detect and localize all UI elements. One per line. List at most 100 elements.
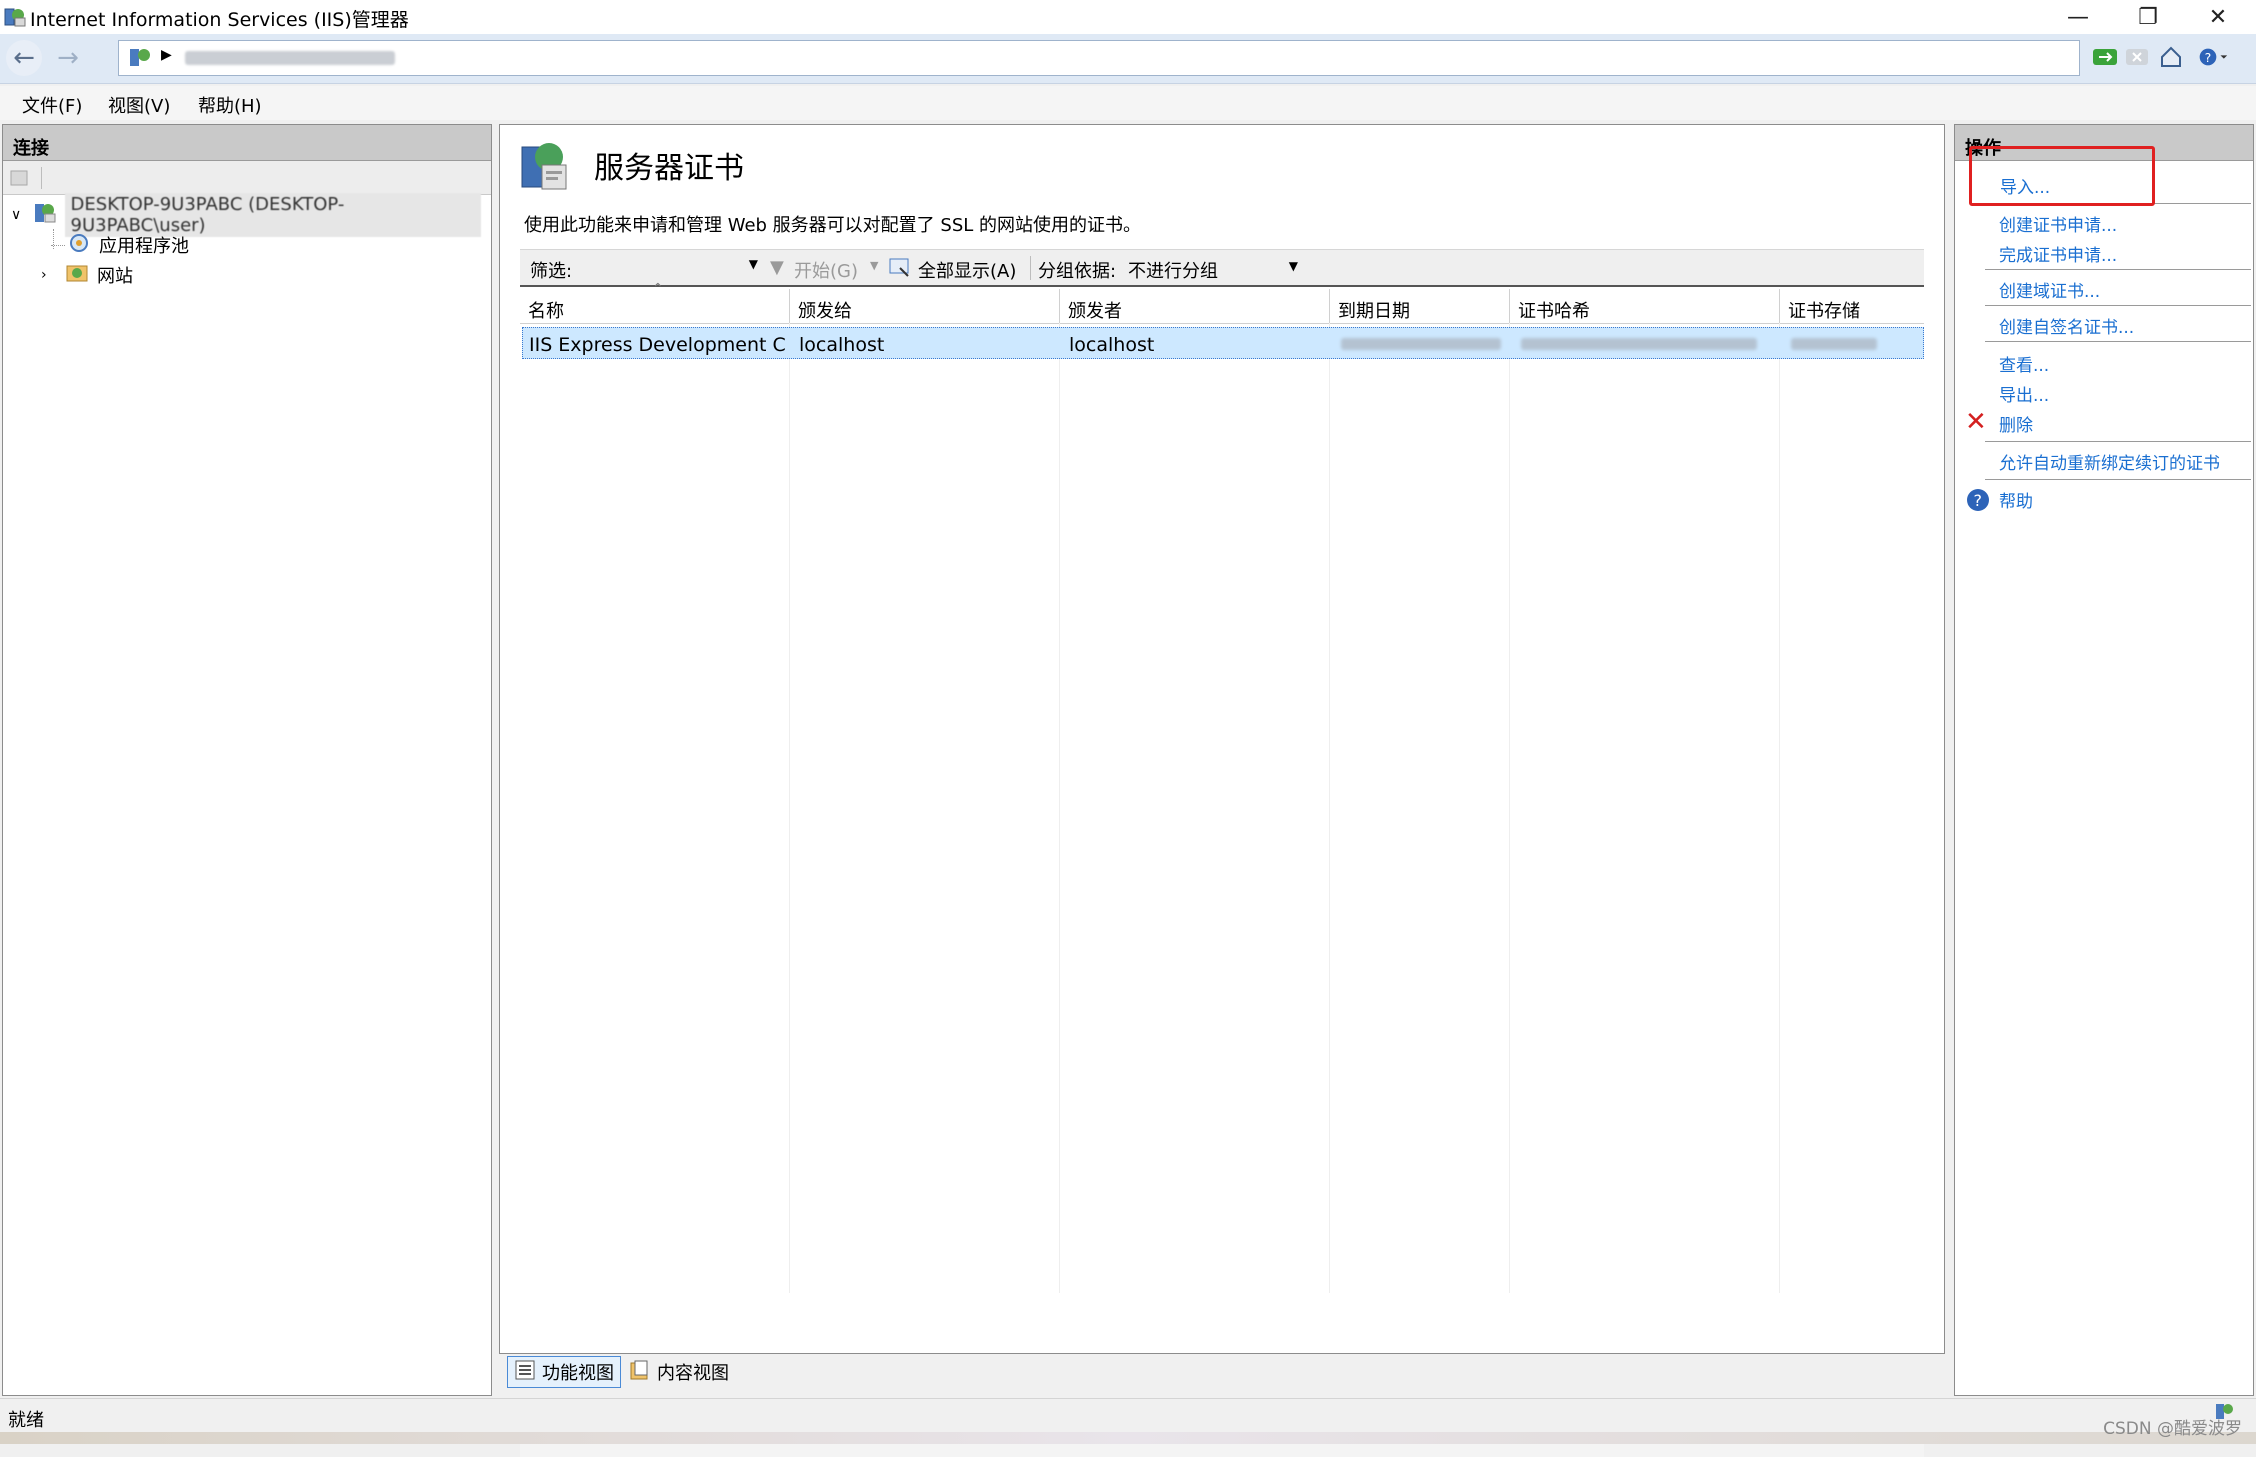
- connections-toolbar: [3, 161, 491, 195]
- filter-input[interactable]: ▼: [582, 255, 762, 281]
- action-separator: [1985, 479, 2251, 480]
- forward-button[interactable]: →: [50, 40, 86, 76]
- start-filter-button[interactable]: 开始(G): [794, 257, 858, 283]
- action-allow-rebind[interactable]: 允许自动重新绑定续订的证书: [1999, 449, 2220, 474]
- delete-icon[interactable]: ✕: [1965, 407, 1987, 437]
- title-bar: Internet Information Services (IIS)管理器 —…: [0, 0, 2256, 34]
- funnel-icon: ▼: [770, 257, 784, 278]
- column-header-issued-by[interactable]: 颁发者: [1060, 289, 1330, 323]
- menu-view[interactable]: 视图(V): [108, 92, 170, 118]
- sites-label: 网站: [97, 266, 133, 287]
- content-view-icon: [629, 1359, 651, 1386]
- menu-help[interactable]: 帮助(H): [198, 92, 262, 118]
- svg-text:?: ?: [2205, 50, 2212, 65]
- group-by-value: 不进行分组: [1128, 261, 1218, 282]
- certificates-table: ⌃ 名称 颁发给 颁发者 到期日期 证书哈希 证书存储 IIS Express …: [520, 281, 1924, 1457]
- column-divider: [1779, 323, 1780, 1293]
- tab-content-label: 内容视图: [657, 1363, 729, 1384]
- actions-panel: 操作 导入... 创建证书申请... 完成证书申请... 创建域证书... 创建…: [1954, 124, 2254, 1396]
- action-create-domain-cert[interactable]: 创建域证书...: [1999, 277, 2100, 302]
- column-divider: [1329, 323, 1330, 1293]
- server-certificates-icon: [516, 137, 572, 198]
- menu-file[interactable]: 文件(F): [22, 92, 82, 118]
- watermark: CSDN @酷爱波罗: [2103, 1419, 2242, 1439]
- connections-panel: 连接 ∨ DESKTOP-9U3PABC (DESKTOP-9U3PABC\us…: [2, 124, 492, 1396]
- status-bar: 就绪: [0, 1398, 2256, 1432]
- features-view-icon: [514, 1359, 536, 1386]
- sites-icon: [65, 261, 91, 290]
- action-complete-request[interactable]: 完成证书申请...: [1999, 241, 2117, 266]
- stop-icon[interactable]: [2122, 42, 2152, 72]
- dropdown-arrow-icon[interactable]: ▼: [749, 257, 758, 271]
- window-title: Internet Information Services (IIS)管理器: [30, 9, 409, 31]
- breadcrumb-arrow-icon: ▶: [161, 47, 172, 63]
- header-divider: [520, 323, 1924, 324]
- column-header-expiration[interactable]: 到期日期: [1330, 289, 1510, 323]
- server-icon: [127, 45, 153, 76]
- column-divider: [789, 323, 790, 1293]
- address-field[interactable]: ▶: [118, 40, 2080, 76]
- action-create-self-signed[interactable]: 创建自签名证书...: [1999, 313, 2134, 338]
- restore-button[interactable]: ❐: [2118, 0, 2178, 34]
- action-create-request[interactable]: 创建证书申请...: [1999, 211, 2117, 236]
- cell-issued-to: localhost: [799, 334, 885, 356]
- taskbar-edge: [0, 1432, 2256, 1444]
- action-separator: [1985, 305, 2251, 306]
- action-view[interactable]: 查看...: [1999, 351, 2049, 376]
- action-export[interactable]: 导出...: [1999, 381, 2049, 406]
- filter-label: 筛选:: [530, 261, 573, 282]
- column-divider: [1509, 323, 1510, 1293]
- dropdown-arrow-icon[interactable]: ▼: [1289, 259, 1298, 273]
- feature-panel: 服务器证书 使用此功能来申请和管理 Web 服务器可以对配置了 SSL 的网站使…: [499, 124, 1945, 1457]
- svg-text:?: ?: [1974, 491, 1983, 510]
- tab-content-view[interactable]: 内容视图: [623, 1356, 735, 1388]
- feature-title: 服务器证书: [594, 151, 744, 186]
- action-delete[interactable]: 删除: [1999, 411, 2033, 436]
- tree-line: [51, 244, 65, 246]
- server-icon: [33, 201, 59, 230]
- table-row[interactable]: IIS Express Development C... localhost l…: [522, 327, 1924, 359]
- column-header-issued-to[interactable]: 颁发给: [790, 289, 1060, 323]
- tree-node-app-pools[interactable]: 应用程序池: [51, 231, 471, 259]
- help-icon[interactable]: ?: [1965, 487, 1991, 518]
- connect-icon[interactable]: [9, 167, 31, 194]
- group-by-select[interactable]: 不进行分组 ▼: [1124, 255, 1302, 282]
- action-separator: [1985, 269, 2251, 270]
- connections-header: 连接: [3, 125, 491, 161]
- status-text: 就绪: [8, 1410, 44, 1431]
- tab-features-view[interactable]: 功能视图: [507, 1356, 621, 1388]
- column-header-hash[interactable]: 证书哈希: [1510, 289, 1780, 323]
- app-pool-icon: [67, 231, 93, 260]
- tree-node-sites[interactable]: › 网站: [41, 261, 461, 289]
- back-button[interactable]: ←: [6, 40, 42, 76]
- action-separator: [1985, 441, 2251, 442]
- iis-app-icon: [3, 6, 27, 28]
- annotation-highlight-box: [1969, 146, 2155, 206]
- chevron-right-icon[interactable]: ›: [41, 267, 55, 283]
- cell-issued-by: localhost: [1069, 334, 1155, 356]
- cell-expiration-redacted: [1341, 338, 1501, 350]
- cell-name: IIS Express Development C...: [529, 334, 785, 356]
- cell-store-redacted: [1791, 338, 1877, 350]
- app-pools-label: 应用程序池: [99, 236, 189, 257]
- action-separator: [1985, 341, 2251, 342]
- tab-features-label: 功能视图: [542, 1363, 614, 1384]
- show-all-button[interactable]: 全部显示(A): [918, 257, 1016, 283]
- refresh-icon[interactable]: [2090, 42, 2120, 72]
- action-help[interactable]: 帮助: [1999, 487, 2033, 512]
- home-icon[interactable]: [2156, 42, 2186, 72]
- chevron-down-icon[interactable]: ∨: [11, 207, 29, 223]
- tree-node-server[interactable]: ∨ DESKTOP-9U3PABC (DESKTOP-9U3PABC\user): [11, 193, 481, 237]
- column-header-name[interactable]: 名称: [520, 289, 790, 323]
- menu-bar: 文件(F) 视图(V) 帮助(H): [0, 86, 2256, 120]
- address-value: [185, 51, 395, 65]
- close-button[interactable]: ✕: [2188, 0, 2248, 34]
- minimize-button[interactable]: —: [2048, 0, 2108, 34]
- show-all-icon: [888, 254, 914, 285]
- column-header-store[interactable]: 证书存储: [1780, 289, 1924, 323]
- group-by-label: 分组依据:: [1038, 261, 1117, 282]
- help-dropdown-icon[interactable]: ?: [2198, 42, 2228, 72]
- toolbar-separator: [41, 167, 42, 189]
- start-dropdown-icon[interactable]: ▼: [870, 259, 878, 272]
- view-tabs: 功能视图 内容视图: [499, 1356, 1945, 1392]
